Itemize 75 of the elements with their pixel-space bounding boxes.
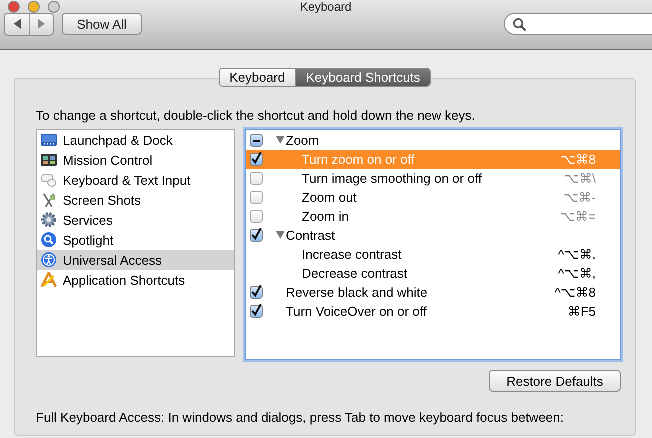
forward-arrow-icon: [38, 19, 46, 29]
zoom-button[interactable]: [48, 1, 60, 13]
tab[interactable]: Keyboard: [220, 69, 296, 86]
checkbox[interactable]: [250, 210, 263, 223]
shortcut-keys: ^⌥⌘,: [558, 266, 596, 282]
close-button[interactable]: [8, 1, 20, 13]
category-label: Keyboard & Text Input: [63, 172, 191, 188]
tab[interactable]: Keyboard Shortcuts: [295, 69, 430, 86]
checkbox[interactable]: [250, 134, 263, 147]
shortcut-row[interactable]: Zoom in ⌥⌘=: [246, 207, 620, 226]
shortcut-row[interactable]: Turn image smoothing on or off ⌥⌘\: [246, 169, 620, 188]
back-arrow-icon: [13, 19, 21, 29]
shortcut-keys: ⌘F5: [568, 304, 596, 320]
category-label: Universal Access: [63, 252, 162, 268]
checkbox[interactable]: [250, 191, 263, 204]
category-row[interactable]: Universal Access: [37, 250, 234, 270]
shortcut-label: Turn zoom on or off: [302, 152, 415, 167]
magnifier-icon: [41, 232, 57, 248]
shortcut-keys: ⌥⌘8: [560, 152, 596, 168]
gear-icon: [41, 212, 57, 228]
window-grid-icon: [41, 152, 57, 168]
shortcut-label: Increase contrast: [302, 247, 402, 262]
shortcut-keys: ^⌥⌘8: [554, 284, 596, 300]
dock-icon: [41, 132, 57, 148]
restore-defaults-button[interactable]: Restore Defaults: [489, 370, 621, 392]
person-icon: [41, 252, 57, 268]
shortcut-label: Reverse black and white: [286, 285, 428, 300]
category-label: Mission Control: [63, 152, 153, 168]
checkbox[interactable]: [250, 153, 263, 166]
minimize-button[interactable]: [28, 1, 40, 13]
shortcut-label: Turn image smoothing on or off: [302, 171, 482, 186]
pencil-ruler-icon: [41, 272, 57, 288]
footer-text: Full Keyboard Access: In windows and dialogs, press Tab to move keyboard focus between:: [36, 410, 565, 425]
keyboard-icon: [41, 172, 57, 188]
shortcut-row[interactable]: Zoom out ⌥⌘-: [246, 188, 620, 207]
shortcut-label: Zoom in: [302, 209, 349, 224]
shortcut-row[interactable]: Reverse black and white ^⌥⌘8: [246, 283, 620, 302]
category-label: Launchpad & Dock: [63, 132, 173, 148]
shortcut-keys: ⌥⌘=: [560, 208, 596, 224]
shortcut-row[interactable]: Decrease contrast ^⌥⌘,: [246, 264, 620, 283]
category-row[interactable]: Application Shortcuts: [37, 270, 234, 290]
shortcut-keys: ⌥⌘\: [564, 170, 596, 186]
category-label: Screen Shots: [63, 192, 142, 208]
checkbox[interactable]: [250, 172, 263, 185]
scissors-icon: [41, 192, 57, 208]
window-title: Keyboard: [299, 0, 353, 14]
category-row[interactable]: Screen Shots: [37, 190, 234, 210]
checkbox[interactable]: [250, 305, 263, 318]
category-row[interactable]: Launchpad & Dock: [37, 130, 234, 150]
instructions-text: To change a shortcut, double-click the shortcut and hold down the new keys.: [36, 108, 476, 123]
shortcut-label: Zoom out: [302, 190, 357, 205]
shortcut-row[interactable]: Increase contrast ^⌥⌘.: [246, 245, 620, 264]
category-row[interactable]: Keyboard & Text Input: [37, 170, 234, 190]
category-row[interactable]: Services: [37, 210, 234, 230]
checkbox[interactable]: [250, 229, 263, 242]
shortcut-label: Contrast: [286, 228, 336, 243]
show-all-button[interactable]: Show All: [62, 13, 142, 35]
category-row[interactable]: Mission Control: [37, 150, 234, 170]
shortcut-keys: ^⌥⌘.: [558, 246, 596, 262]
category-label: Application Shortcuts: [63, 272, 186, 288]
search-field[interactable]: [504, 13, 652, 35]
shortcut-label: Zoom: [286, 133, 320, 148]
search-icon: [513, 18, 526, 30]
checkbox[interactable]: [250, 286, 263, 299]
category-row[interactable]: Spotlight: [37, 230, 234, 250]
shortcut-row[interactable]: Zoom: [246, 131, 620, 150]
shortcut-keys: ⌥⌘-: [564, 190, 596, 206]
disclosure-triangle-icon[interactable]: [276, 231, 284, 240]
shortcut-row[interactable]: Contrast: [246, 226, 620, 245]
category-label: Spotlight: [63, 232, 114, 248]
category-label: Services: [63, 212, 113, 228]
shortcut-label: Decrease contrast: [302, 266, 408, 281]
shortcut-label: Turn VoiceOver on or off: [286, 304, 427, 319]
shortcut-row[interactable]: Turn VoiceOver on or off ⌘F5: [246, 302, 620, 321]
disclosure-triangle-icon[interactable]: [276, 136, 284, 145]
